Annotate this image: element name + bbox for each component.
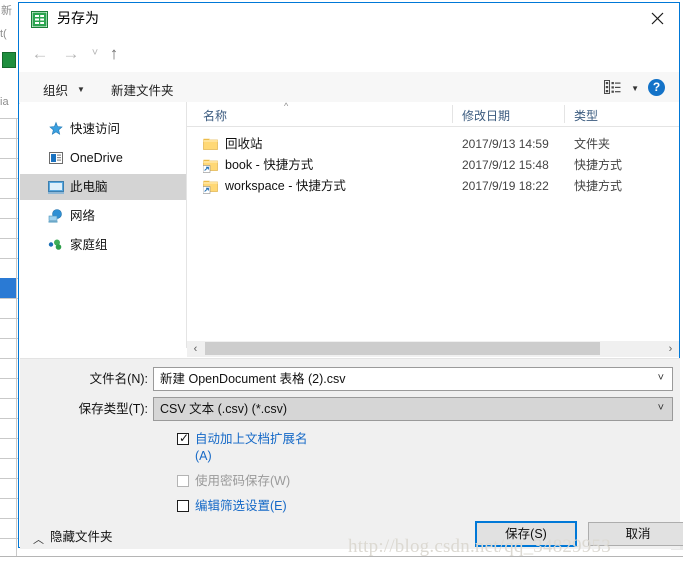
column-header-name[interactable]: 名称 bbox=[203, 107, 227, 124]
filename-label: 文件名(N): bbox=[89, 372, 148, 386]
bg-calc-icon bbox=[2, 52, 16, 68]
checkbox-label-accesskey: (A) bbox=[195, 449, 212, 463]
sidebar-item-this-pc[interactable]: 此电脑 bbox=[20, 174, 186, 200]
checkbox-box[interactable] bbox=[177, 500, 189, 512]
collapse-caret-icon[interactable]: ︿ bbox=[33, 531, 44, 547]
table-row[interactable]: workspace - 快捷方式 2017/9/19 18:22 快捷方式 bbox=[187, 176, 679, 197]
star-pin-icon bbox=[48, 121, 64, 137]
scroll-right-icon[interactable]: › bbox=[662, 342, 679, 356]
chevron-down-icon[interactable]: ▼ bbox=[77, 85, 85, 94]
sidebar-item-label: 网络 bbox=[70, 209, 96, 223]
spreadsheet-document-icon bbox=[31, 11, 48, 28]
sidebar-item-label: 家庭组 bbox=[70, 238, 108, 252]
sidebar-item-label: 快速访问 bbox=[70, 122, 121, 136]
chevron-down-icon[interactable]: ˅ bbox=[658, 372, 664, 384]
column-header-type[interactable]: 类型 bbox=[574, 107, 598, 124]
sidebar-item-homegroup[interactable]: 家庭组 bbox=[20, 232, 186, 258]
save-as-dialog: 另存为 ← → ˅ ↑ 组织 ▼ 新建文件夹 ▼ ? 快速访问 OneDrive… bbox=[18, 2, 683, 549]
onedrive-icon bbox=[48, 150, 64, 166]
close-icon[interactable] bbox=[635, 3, 679, 34]
file-date: 2017/9/12 15:48 bbox=[462, 158, 549, 172]
up-icon[interactable]: ↑ bbox=[103, 42, 125, 64]
view-chevron-down-icon[interactable]: ▼ bbox=[631, 84, 639, 93]
filename-value: 新建 OpenDocument 表格 (2).csv bbox=[160, 372, 346, 386]
checkbox-label: 自动加上文档扩展名 bbox=[195, 432, 308, 446]
check-icon: ✓ bbox=[179, 431, 190, 445]
bg-fragment-3: ia bbox=[0, 96, 9, 108]
checkbox-box bbox=[177, 475, 189, 487]
folder-icon bbox=[203, 137, 219, 152]
watermark: http://blog.csdn.net/qq_34829953 bbox=[348, 536, 611, 557]
organize-button[interactable]: 组织 bbox=[43, 80, 68, 99]
sidebar-item-label: OneDrive bbox=[70, 151, 123, 165]
command-toolbar: 组织 ▼ 新建文件夹 ▼ ? bbox=[19, 71, 679, 104]
bg-fragment-1: 新 bbox=[1, 5, 12, 17]
checkbox-label: 使用密码保存(W) bbox=[195, 474, 291, 488]
column-header-date[interactable]: 修改日期 bbox=[462, 107, 510, 124]
file-name: 回收站 bbox=[225, 137, 263, 151]
file-date: 2017/9/19 18:22 bbox=[462, 179, 549, 193]
filetype-value: CSV 文本 (.csv) (*.csv) bbox=[160, 402, 288, 416]
folder-shortcut-icon bbox=[202, 179, 219, 194]
sidebar-item-quick-access[interactable]: 快速访问 bbox=[20, 116, 186, 142]
dialog-title-bar: 另存为 bbox=[19, 3, 679, 35]
sort-ascending-icon: ^ bbox=[284, 101, 289, 111]
navigation-bar: ← → ˅ ↑ › 此电脑 › 桌面 ˅ ↻ bbox=[19, 35, 679, 97]
checkbox-label: 编辑筛选设置(E) bbox=[195, 499, 287, 513]
file-name: workspace - 快捷方式 bbox=[225, 179, 346, 193]
hide-folders-button[interactable]: 隐藏文件夹 bbox=[50, 529, 113, 546]
filetype-select[interactable]: CSV 文本 (.csv) (*.csv) ˅ bbox=[153, 397, 673, 421]
file-type: 快捷方式 bbox=[574, 158, 623, 172]
help-button[interactable]: ? bbox=[648, 79, 665, 96]
scroll-left-icon[interactable]: ‹ bbox=[187, 342, 204, 356]
bg-bottom-row: 未上险 12345678 未上险 未上险 0 bbox=[0, 556, 683, 573]
homegroup-icon bbox=[48, 237, 64, 253]
sidebar-item-onedrive[interactable]: OneDrive bbox=[20, 145, 186, 171]
save-options-area: 文件名(N): 新建 OpenDocument 表格 (2).csv ˅ 保存类… bbox=[20, 358, 680, 549]
file-date: 2017/9/13 14:59 bbox=[462, 137, 549, 151]
file-name: book - 快捷方式 bbox=[225, 158, 314, 172]
bg-fragment-2: t( bbox=[0, 28, 7, 40]
chevron-down-icon[interactable]: ˅ bbox=[658, 402, 664, 414]
table-row[interactable]: book - 快捷方式 2017/9/12 15:48 快捷方式 bbox=[187, 155, 679, 176]
forward-icon[interactable]: → bbox=[60, 42, 82, 64]
folder-shortcut-icon bbox=[202, 158, 219, 173]
network-icon bbox=[48, 208, 64, 224]
sidebar-item-label: 此电脑 bbox=[70, 180, 108, 194]
scrollbar-thumb[interactable] bbox=[205, 342, 600, 355]
screen: 新 t( ia 另存为 ← → ˅ ↑ 组织 ▼ 新建文件夹 ▼ ? 快速访问 … bbox=[0, 0, 683, 573]
this-pc-icon bbox=[48, 179, 64, 195]
dialog-title: 另存为 bbox=[57, 10, 99, 26]
table-row[interactable]: 回收站 2017/9/13 14:59 文件夹 bbox=[187, 134, 679, 155]
file-type: 文件夹 bbox=[574, 137, 611, 151]
navigation-pane: 快速访问 OneDrive 此电脑 网络 家庭组 bbox=[20, 102, 186, 348]
back-icon[interactable]: ← bbox=[29, 42, 51, 64]
view-list-icon[interactable] bbox=[604, 80, 621, 95]
bg-selected-row-header bbox=[0, 278, 16, 298]
file-list-header: ^ 名称 修改日期 类型 bbox=[187, 101, 679, 127]
sidebar-item-network[interactable]: 网络 bbox=[20, 203, 186, 229]
filename-input[interactable]: 新建 OpenDocument 表格 (2).csv ˅ bbox=[153, 367, 673, 391]
file-type: 快捷方式 bbox=[574, 179, 623, 193]
checkbox-box[interactable]: ✓ bbox=[177, 431, 190, 445]
file-list-pane: ^ 名称 修改日期 类型 回收站 2017/9/13 14:59 文件夹 boo… bbox=[187, 101, 679, 348]
filetype-label: 保存类型(T): bbox=[78, 402, 148, 416]
new-folder-button[interactable]: 新建文件夹 bbox=[111, 80, 174, 99]
file-list-hscrollbar[interactable]: ‹ › bbox=[187, 341, 679, 357]
